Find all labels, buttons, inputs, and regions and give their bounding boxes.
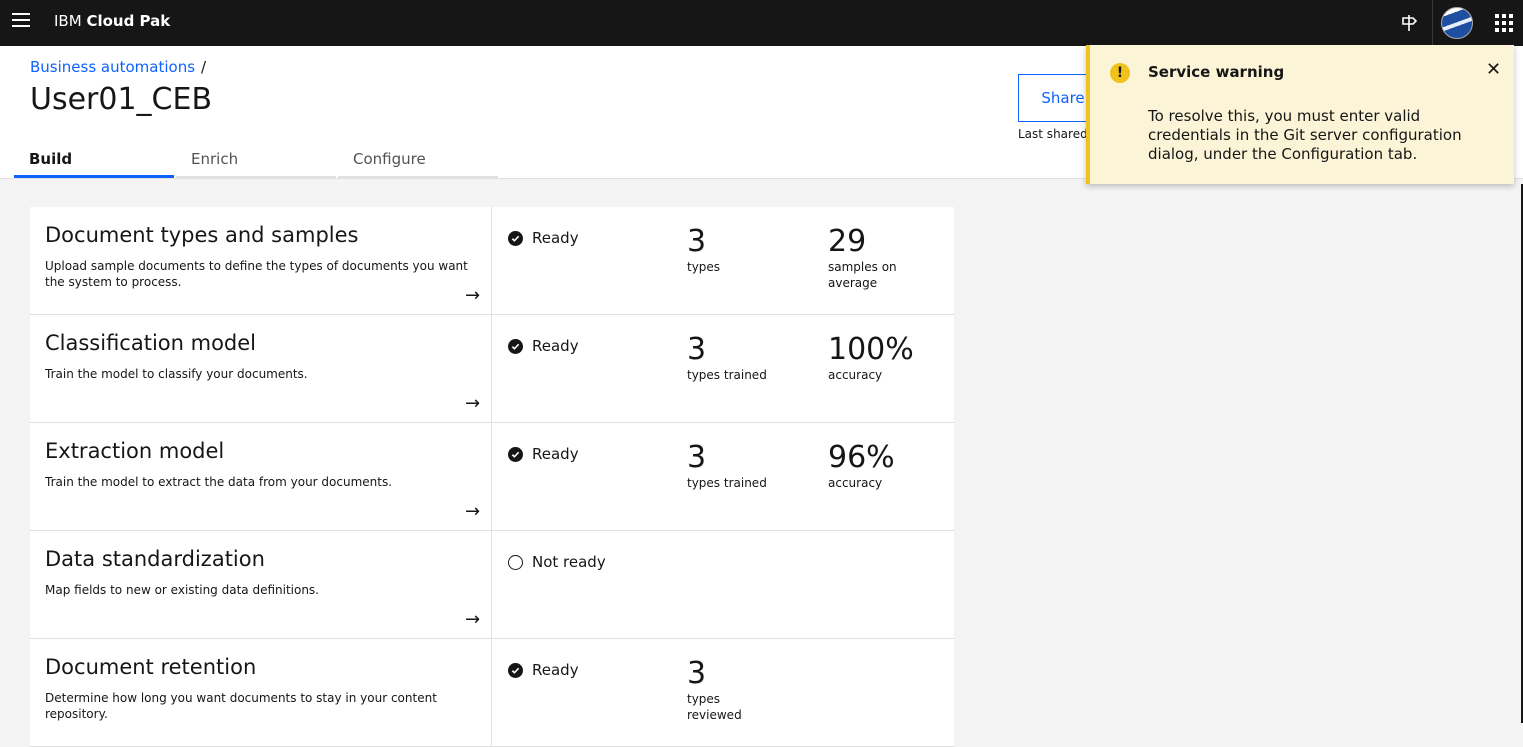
card-title: Extraction model [45, 439, 225, 463]
status-indicator: Ready [508, 229, 579, 247]
card-description: Map fields to new or existing data defin… [45, 583, 319, 597]
metric-types-trained: 3 types trained [687, 332, 767, 383]
tab-build[interactable]: Build [14, 142, 174, 178]
status-indicator: Ready [508, 661, 579, 679]
card-classification-model[interactable]: Classification model Train the model to … [30, 315, 954, 423]
card-extraction-model[interactable]: Extraction model Train the model to extr… [30, 423, 954, 531]
card-description: Determine how long you want documents to… [45, 691, 437, 721]
launch-icon[interactable] [1385, 0, 1433, 46]
checkmark-icon [508, 230, 523, 246]
page-title: User01_CEB [30, 82, 213, 117]
checkmark-icon [508, 338, 523, 354]
card-title: Data standardization [45, 547, 265, 571]
notification-message: To resolve this, you must enter valid cr… [1148, 107, 1462, 163]
card-title: Classification model [45, 331, 257, 355]
close-icon[interactable]: ✕ [1486, 59, 1501, 80]
warning-icon: ! [1110, 63, 1130, 83]
arrow-right-icon[interactable]: → [465, 501, 480, 522]
card-data-standardization[interactable]: Data standardization Map fields to new o… [30, 531, 954, 639]
card-list: Document types and samples Upload sample… [30, 207, 954, 747]
status-indicator: Ready [508, 337, 579, 355]
breadcrumb: Business automations / [30, 58, 207, 76]
metric-accuracy: 96% accuracy [828, 440, 895, 491]
app-switcher-icon[interactable] [1480, 0, 1523, 46]
tab-configure[interactable]: Configure [338, 142, 498, 178]
card-description: Train the model to classify your documen… [45, 367, 308, 381]
menu-icon[interactable] [12, 13, 30, 29]
metric-types-trained: 3 types trained [687, 440, 767, 491]
arrow-right-icon[interactable]: → [465, 285, 480, 306]
arrow-right-icon[interactable]: → [465, 609, 480, 630]
card-title: Document types and samples [45, 223, 359, 247]
checkmark-icon [508, 446, 523, 462]
notification-title: Service warning [1148, 63, 1285, 81]
card-description: Upload sample documents to define the ty… [45, 259, 468, 289]
metric-types-reviewed: 3 types reviewed [687, 656, 742, 723]
tab-enrich[interactable]: Enrich [176, 142, 336, 178]
tab-list: Build Enrich Configure [14, 142, 500, 178]
metric-accuracy: 100% accuracy [828, 332, 914, 383]
avatar[interactable] [1432, 0, 1480, 46]
top-navigation-bar: IBM Cloud Pak [0, 0, 1523, 46]
card-description: Train the model to extract the data from… [45, 475, 393, 489]
checkmark-icon [508, 662, 523, 678]
metric-samples: 29 samples on average [828, 224, 897, 291]
status-indicator: Ready [508, 445, 579, 463]
arrow-right-icon[interactable]: → [465, 393, 480, 414]
status-indicator: Not ready [508, 553, 606, 571]
card-document-retention[interactable]: Document retention Determine how long yo… [30, 639, 954, 747]
last-shared-text: Last shared [1018, 127, 1088, 141]
card-title: Document retention [45, 655, 257, 679]
not-ready-icon [508, 554, 523, 570]
metric-types: 3 types [687, 224, 721, 275]
breadcrumb-link[interactable]: Business automations [30, 58, 195, 76]
brand-name: IBM Cloud Pak [54, 12, 171, 30]
service-warning-notification: ! Service warning To resolve this, you m… [1086, 45, 1514, 184]
card-document-types[interactable]: Document types and samples Upload sample… [30, 207, 954, 315]
